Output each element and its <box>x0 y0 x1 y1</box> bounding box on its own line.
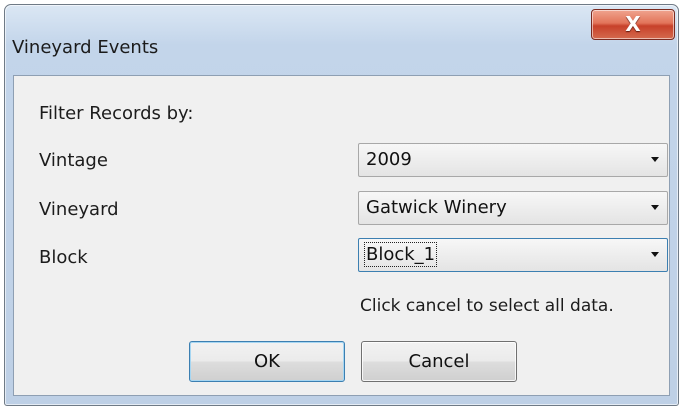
window-title: Vineyard Events <box>12 37 159 58</box>
vineyard-value: Gatwick Winery <box>366 197 507 218</box>
vintage-dropdown[interactable]: 2009 <box>358 143 668 177</box>
ok-button[interactable]: OK <box>189 341 345 382</box>
block-label: Block <box>39 247 88 268</box>
chevron-down-icon <box>651 252 659 257</box>
vineyard-dropdown[interactable]: Gatwick Winery <box>358 191 668 225</box>
block-value: Block_1 <box>363 242 438 267</box>
cancel-button-label: Cancel <box>408 351 470 372</box>
ok-button-label: OK <box>254 351 280 372</box>
dialog-content: Filter Records by: Vintage 2009 Vineyard… <box>13 75 670 396</box>
dialog-window: Vineyard Events X Filter Records by: Vin… <box>4 4 679 406</box>
close-button[interactable]: X <box>591 9 675 40</box>
close-icon: X <box>625 12 641 36</box>
chevron-down-icon <box>651 157 659 162</box>
title-bar[interactable]: Vineyard Events X <box>5 5 678 75</box>
chevron-down-icon <box>651 205 659 210</box>
cancel-hint-text: Click cancel to select all data. <box>360 296 614 316</box>
block-dropdown[interactable]: Block_1 <box>358 238 668 272</box>
vintage-value: 2009 <box>366 149 412 170</box>
vintage-label: Vintage <box>39 150 108 171</box>
filter-heading: Filter Records by: <box>39 103 194 124</box>
cancel-button[interactable]: Cancel <box>361 341 517 382</box>
vineyard-label: Vineyard <box>39 199 119 220</box>
